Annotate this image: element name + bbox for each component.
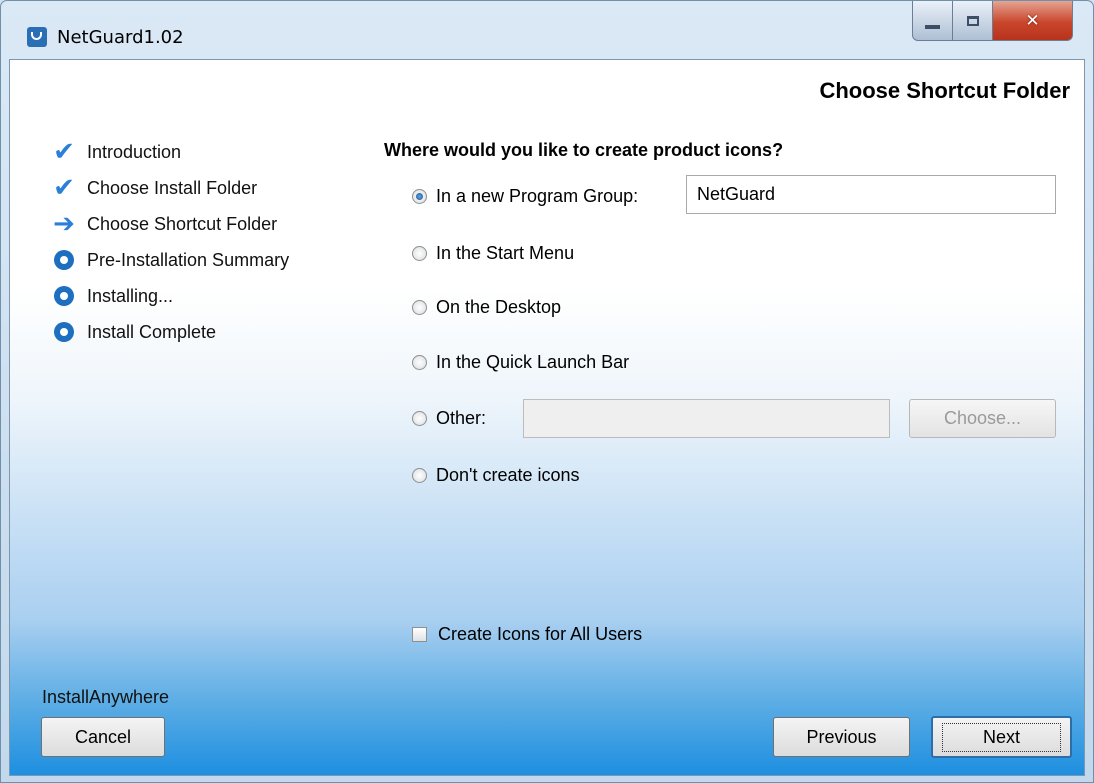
step-pre-installation-summary: Pre-Installation Summary — [50, 242, 289, 278]
page-title: Choose Shortcut Folder — [819, 78, 1070, 103]
circle-icon — [50, 282, 78, 310]
program-group-input[interactable]: NetGuard — [686, 175, 1056, 214]
option-dont-create-icons[interactable]: Don't create icons — [412, 465, 580, 486]
window-title: NetGuard1.02 — [57, 27, 184, 48]
step-label: Choose Install Folder — [87, 177, 258, 198]
minimize-button[interactable] — [912, 1, 953, 41]
next-button-label: Next — [941, 722, 1061, 752]
option-label: In a new Program Group: — [436, 186, 639, 206]
step-label: Installing... — [87, 285, 174, 306]
all-users-option[interactable]: Create Icons for All Users — [412, 624, 642, 645]
checkmark-icon: ✔ — [53, 137, 75, 167]
cancel-button[interactable]: Cancel — [41, 717, 165, 757]
option-label: In the Start Menu — [436, 243, 575, 263]
option-desktop[interactable]: On the Desktop — [412, 297, 561, 318]
step-choose-shortcut-folder: ➔ Choose Shortcut Folder — [50, 206, 289, 242]
checkbox-label: Create Icons for All Users — [438, 624, 643, 644]
step-label: Install Complete — [87, 321, 217, 342]
maximize-icon — [966, 15, 979, 26]
option-start-menu[interactable]: In the Start Menu — [412, 243, 574, 264]
step-installing: Installing... — [50, 278, 289, 314]
step-label: Pre-Installation Summary — [87, 249, 290, 270]
previous-button[interactable]: Previous — [773, 717, 910, 757]
option-other[interactable]: Other: — [412, 408, 486, 429]
checkmark-icon: ✔ — [53, 173, 75, 203]
step-choose-install-folder: ✔ Choose Install Folder — [50, 170, 289, 206]
window-controls: ✕ — [912, 1, 1073, 41]
radio-quick-launch[interactable] — [412, 355, 427, 370]
title-bar[interactable]: NetGuard1.02 ✕ — [1, 1, 1093, 59]
step-label: Introduction — [87, 141, 182, 162]
choose-button[interactable]: Choose... — [909, 399, 1056, 438]
radio-new-program-group[interactable] — [412, 189, 427, 204]
option-label: In the Quick Launch Bar — [436, 352, 630, 372]
step-list: ✔ Introduction ✔ Choose Install Folder ➔… — [50, 134, 289, 350]
step-install-complete: Install Complete — [50, 314, 289, 350]
other-folder-input[interactable] — [523, 399, 890, 438]
radio-start-menu[interactable] — [412, 246, 427, 261]
radio-other[interactable] — [412, 411, 427, 426]
circle-icon — [50, 246, 78, 274]
installer-window: NetGuard1.02 ✕ Choose Shortcut Folder ✔ … — [0, 0, 1094, 783]
brand-label: InstallAnywhere — [42, 687, 170, 707]
all-users-checkbox[interactable] — [412, 627, 427, 642]
step-label: Choose Shortcut Folder — [87, 213, 278, 234]
minimize-icon — [925, 24, 940, 29]
close-button[interactable]: ✕ — [993, 1, 1073, 41]
step-introduction: ✔ Introduction — [50, 134, 289, 170]
close-icon: ✕ — [1025, 10, 1040, 31]
installer-panel: Choose Shortcut Folder ✔ Introduction ✔ … — [9, 59, 1085, 776]
option-label: On the Desktop — [436, 297, 562, 317]
radio-desktop[interactable] — [412, 300, 427, 315]
circle-icon — [50, 318, 78, 346]
option-label: Other: — [436, 408, 487, 428]
option-label: Don't create icons — [436, 465, 580, 485]
arrow-right-icon: ➔ — [53, 209, 75, 239]
radio-dont-create-icons[interactable] — [412, 468, 427, 483]
option-new-program-group[interactable]: In a new Program Group: — [412, 186, 638, 207]
question-label: Where would you like to create product i… — [384, 140, 784, 160]
option-quick-launch[interactable]: In the Quick Launch Bar — [412, 352, 629, 373]
app-icon — [27, 27, 47, 47]
maximize-button[interactable] — [953, 1, 993, 41]
next-button[interactable]: Next — [931, 716, 1072, 758]
